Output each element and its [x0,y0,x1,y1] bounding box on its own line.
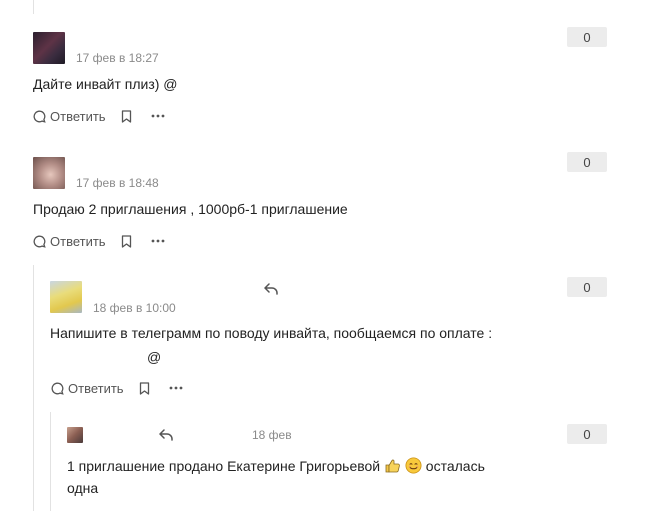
vote-score[interactable]: 0 [567,152,607,172]
thumbs-up-emoji [385,459,400,473]
bookmark-button[interactable] [120,233,134,249]
smiling-face-emoji [405,457,422,474]
bookmark-button[interactable] [138,380,152,396]
reply-button[interactable]: Ответить [33,109,106,124]
comment-text-line-1: Напишите в телеграмм по поводу инвайта, … [50,325,493,341]
reply-button[interactable]: Ответить [33,234,106,249]
bookmark-icon [121,109,132,123]
reply-label: Ответить [50,108,106,124]
bookmark-icon [139,381,150,395]
more-button[interactable] [150,108,166,124]
comment-text-line-2: @ [147,349,162,365]
avatar[interactable] [33,32,65,64]
thread-line-level-2 [50,412,51,511]
avatar[interactable] [67,427,83,443]
more-button[interactable] [150,233,166,249]
bookmark-button[interactable] [120,108,134,124]
reply-arrow-icon[interactable] [264,283,278,295]
thread-line-level-1 [33,265,34,511]
speech-bubble-icon [51,382,64,395]
speech-bubble-icon [33,110,46,123]
comment-actions: Ответить [51,379,184,397]
comment-text-line-2: одна [67,480,99,496]
comment-text-suffix: осталась [425,458,485,474]
comment-actions: Ответить [33,107,166,125]
reply-label: Ответить [68,380,124,396]
more-button[interactable] [168,380,184,396]
avatar[interactable] [50,281,82,313]
speech-bubble-icon [33,235,46,248]
avatar[interactable] [33,157,65,189]
comment-text-main: 1 приглашение продано Екатерине Григорье… [67,458,381,474]
comment-text-line-1: 1 приглашение продано Екатерине Григорье… [67,455,485,477]
comment-timestamp[interactable]: 17 фев в 18:27 [76,51,159,65]
reply-arrow-icon[interactable] [159,429,173,441]
comment-actions: Ответить [33,232,166,250]
comment-timestamp[interactable]: 18 фев в 10:00 [93,301,176,315]
thread-line-top [33,0,34,14]
reply-button[interactable]: Ответить [51,381,124,396]
more-dots-icon [151,239,164,243]
bookmark-icon [121,234,132,248]
vote-score[interactable]: 0 [567,27,607,47]
comment-text: Дайте инвайт плиз) @ [33,76,178,92]
comment-timestamp[interactable]: 17 фев в 18:48 [76,176,159,190]
vote-score[interactable]: 0 [567,277,607,297]
more-dots-icon [151,114,164,118]
vote-score[interactable]: 0 [567,424,607,444]
comment-text: Продаю 2 приглашения , 1000рб-1 приглаше… [33,201,348,217]
comment-timestamp[interactable]: 18 фев [252,428,292,442]
more-dots-icon [169,386,182,390]
reply-label: Ответить [50,233,106,249]
